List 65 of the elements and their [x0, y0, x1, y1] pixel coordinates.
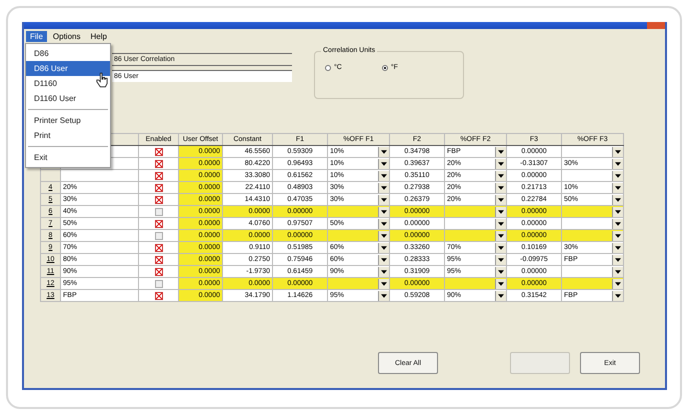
dropdown-arrow-icon[interactable] [495, 206, 506, 216]
checkbox[interactable] [154, 160, 162, 168]
checkbox[interactable] [154, 208, 162, 216]
menu-item[interactable]: D1160 [26, 76, 110, 91]
dropdown-arrow-icon[interactable] [378, 242, 388, 252]
checkbox[interactable] [154, 256, 162, 264]
dropdown-arrow-icon[interactable] [495, 266, 506, 276]
dropdown-arrow-icon[interactable] [612, 182, 622, 192]
dropdown-arrow-icon[interactable] [378, 182, 388, 192]
dropdown-arrow-icon[interactable] [495, 290, 506, 300]
checkbox[interactable] [154, 220, 162, 228]
dropdown-arrow-icon[interactable] [612, 206, 622, 216]
checkbox[interactable] [154, 148, 162, 156]
menu-item[interactable]: Options [48, 30, 84, 42]
dropdown-arrow-icon[interactable] [378, 290, 388, 300]
dropdown-arrow-icon[interactable] [495, 182, 506, 192]
dropdown-arrow-icon[interactable] [495, 278, 506, 288]
dropdown-arrow-icon[interactable] [612, 194, 622, 204]
dropdown-arrow-icon[interactable] [495, 194, 506, 204]
radio-button[interactable] [325, 64, 331, 70]
checkbox[interactable] [154, 280, 162, 288]
dropdown-arrow-icon[interactable] [495, 230, 506, 240]
menu-item[interactable]: D1160 User [26, 91, 110, 106]
checkbox[interactable] [154, 172, 162, 180]
radio-button[interactable] [382, 64, 388, 70]
dropdown-arrow-icon[interactable] [495, 218, 506, 228]
dropdown-arrow-icon[interactable] [378, 206, 388, 216]
dropdown-arrow-icon[interactable] [612, 146, 622, 156]
menu-item[interactable]: Print [26, 128, 110, 143]
dropdown-arrow-icon[interactable] [495, 254, 506, 264]
hand-cursor-icon [96, 72, 108, 88]
dropdown-arrow-icon[interactable] [612, 266, 622, 276]
dropdown-arrow-icon[interactable] [612, 278, 622, 288]
dropdown-arrow-icon[interactable] [495, 170, 506, 180]
menu-item[interactable]: Exit [26, 150, 110, 165]
dropdown-arrow-icon[interactable] [378, 266, 388, 276]
checkbox[interactable] [154, 244, 162, 252]
dropdown-arrow-icon[interactable] [612, 158, 622, 168]
menu-item[interactable]: D86 [26, 46, 110, 61]
dropdown-arrow-icon[interactable] [378, 254, 388, 264]
menu-item[interactable]: D86 User [26, 61, 110, 76]
dropdown-arrow-icon[interactable] [612, 230, 622, 240]
dropdown-arrow-icon[interactable] [378, 230, 388, 240]
checkbox[interactable] [154, 184, 162, 192]
dropdown-arrow-icon[interactable] [612, 218, 622, 228]
checkbox[interactable] [154, 292, 162, 300]
dropdown-arrow-icon[interactable] [378, 170, 388, 180]
checkbox[interactable] [154, 196, 162, 204]
dropdown-arrow-icon[interactable] [378, 278, 388, 288]
dropdown-arrow-icon[interactable] [612, 290, 622, 300]
dropdown-arrow-icon[interactable] [378, 194, 388, 204]
dropdown-arrow-icon[interactable] [612, 242, 622, 252]
checkbox[interactable] [154, 268, 162, 276]
dropdown-arrow-icon[interactable] [495, 146, 506, 156]
menu-item[interactable]: File [26, 30, 47, 42]
dropdown-arrow-icon[interactable] [495, 158, 506, 168]
dropdown-arrow-icon[interactable] [378, 146, 388, 156]
menu-item[interactable]: Help [86, 30, 111, 42]
dropdown-arrow-icon[interactable] [612, 170, 622, 180]
dropdown-arrow-icon[interactable] [378, 218, 388, 228]
checkbox[interactable] [154, 232, 162, 240]
menu-item[interactable]: Printer Setup [26, 113, 110, 128]
dropdown-arrow-icon[interactable] [378, 158, 388, 168]
dropdown-arrow-icon[interactable] [612, 254, 622, 264]
dropdown-arrow-icon[interactable] [495, 242, 506, 252]
